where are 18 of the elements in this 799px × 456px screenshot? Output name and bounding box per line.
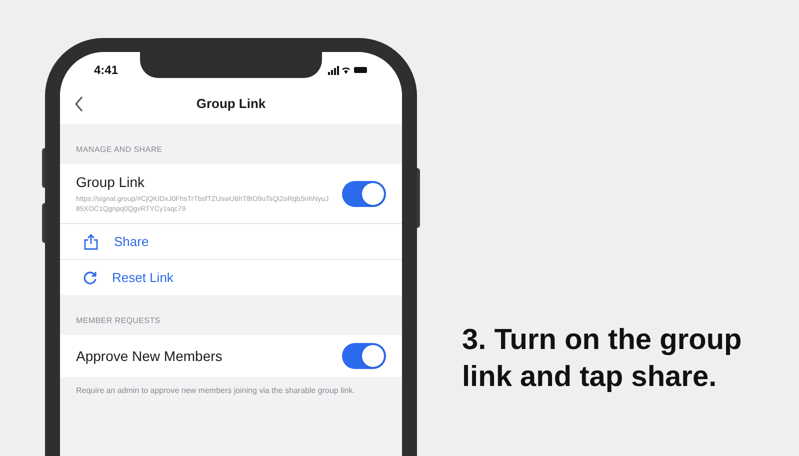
- action-row[interactable]: Share: [60, 223, 402, 259]
- status-time: 4:41: [94, 62, 118, 79]
- setting-label: Group Link: [76, 173, 146, 192]
- share-icon: [82, 232, 100, 250]
- setting-label: Approve New Members: [76, 346, 224, 366]
- screen-title: Group Link: [196, 95, 266, 114]
- caption-text: 3. Turn on the group link and tap share.: [462, 323, 743, 395]
- action-label: Share: [114, 232, 149, 251]
- section-footnote: Require an admin to approve new members joining via the sharable group link.: [75, 385, 356, 397]
- action-row[interactable]: Reset Link: [60, 259, 402, 295]
- action-label: Reset Link: [112, 268, 174, 287]
- toggle-switch[interactable]: [342, 180, 386, 206]
- status-icons: [328, 65, 368, 75]
- refresh-icon: [82, 270, 98, 286]
- back-icon[interactable]: [74, 95, 84, 113]
- section-header: MANAGE AND SHARE: [75, 144, 164, 156]
- section-header: MEMBER REQUESTS: [75, 315, 162, 327]
- toggle-switch[interactable]: [342, 343, 386, 369]
